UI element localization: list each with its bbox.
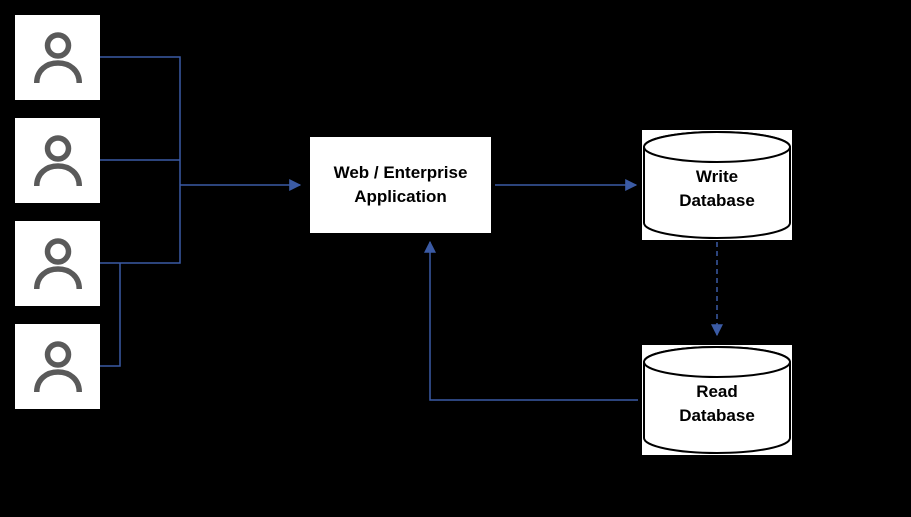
write-database: WriteDatabase — [642, 130, 792, 240]
write-database-label: WriteDatabase — [679, 165, 755, 213]
user-icon-4 — [15, 324, 100, 409]
person-icon — [28, 337, 88, 397]
user-icon-1 — [15, 15, 100, 100]
user-icon-2 — [15, 118, 100, 203]
application-label: Web / EnterpriseApplication — [334, 161, 468, 209]
user-icon-3 — [15, 221, 100, 306]
person-icon — [28, 28, 88, 88]
person-icon — [28, 234, 88, 294]
person-icon — [28, 131, 88, 191]
application-box: Web / EnterpriseApplication — [308, 135, 493, 235]
read-database: ReadDatabase — [642, 345, 792, 455]
read-database-label: ReadDatabase — [679, 380, 755, 428]
